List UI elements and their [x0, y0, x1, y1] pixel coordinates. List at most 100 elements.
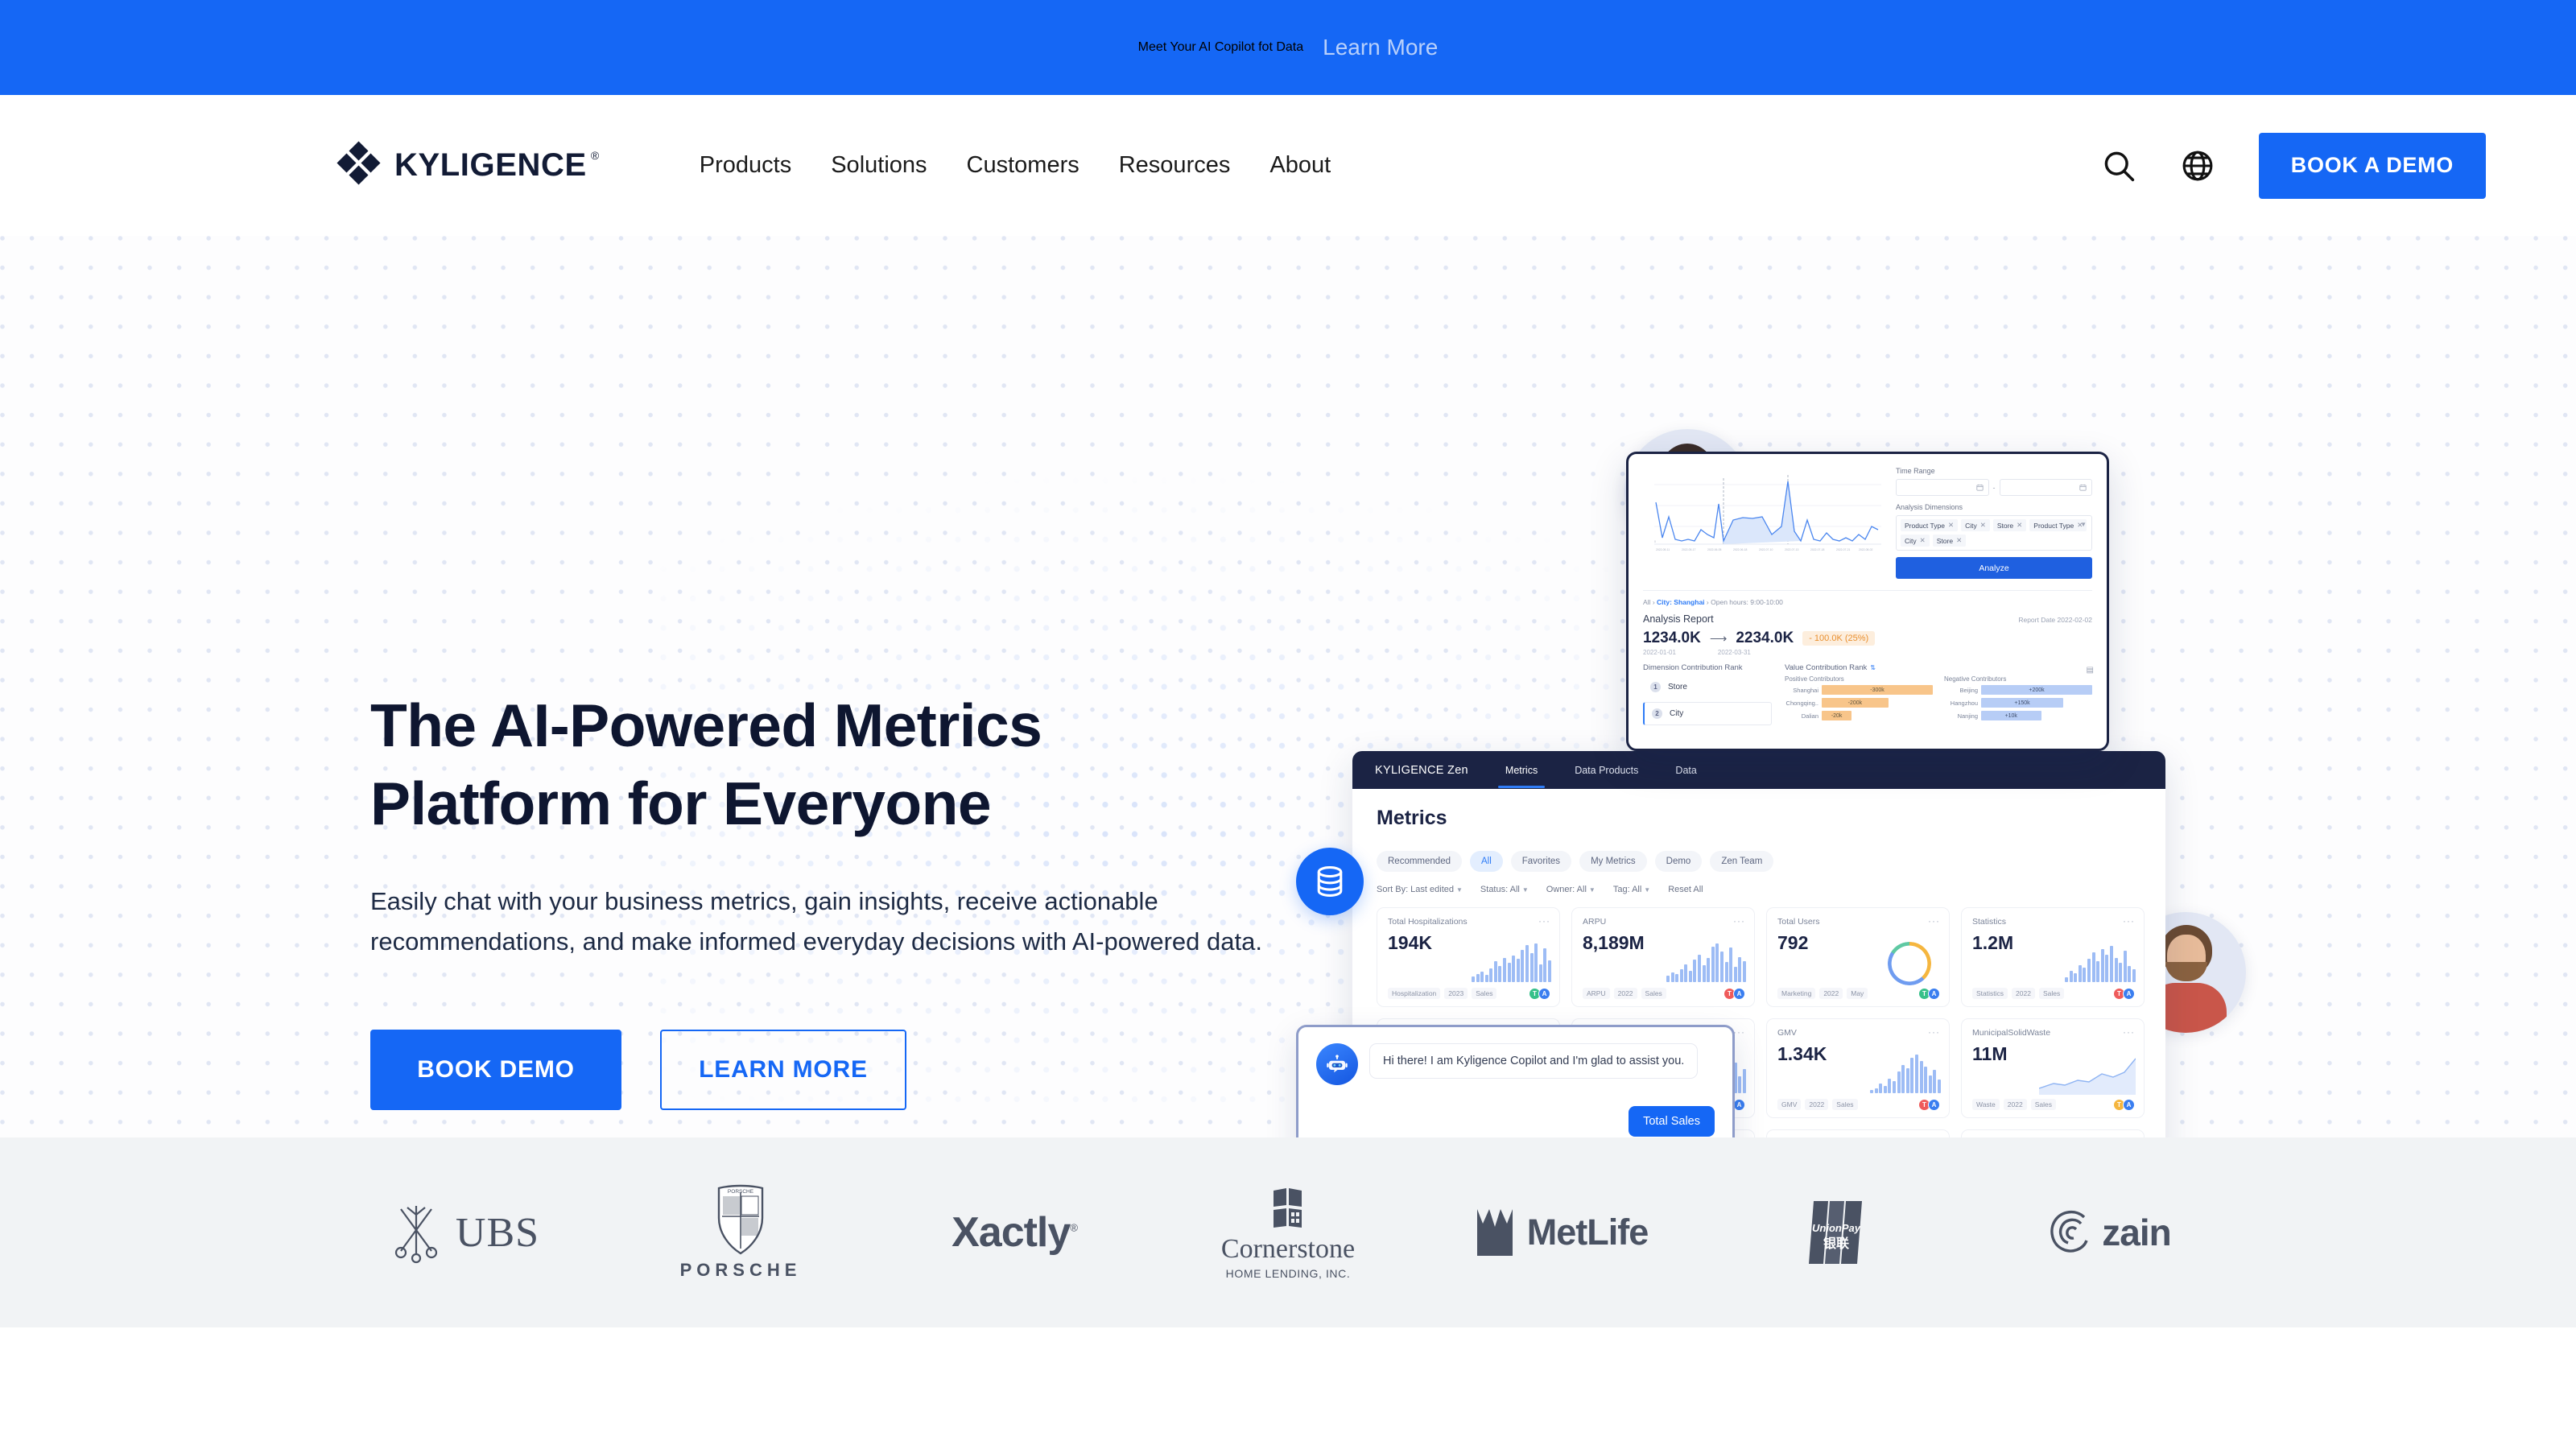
more-options-icon[interactable]: ···: [1733, 915, 1745, 927]
copilot-chat-window: Hi there! I am Kyligence Copilot and I'm…: [1296, 1025, 1735, 1137]
contribution-bar-row: Shanghai -300k: [1785, 685, 1933, 695]
dimension-chip[interactable]: Product Type ✕: [2029, 519, 2087, 531]
bar-label: Hangzhou: [1950, 699, 1978, 707]
robot-icon: [1316, 1043, 1358, 1085]
close-icon[interactable]: ✕: [1948, 521, 1954, 530]
announcement-text: Meet Your AI Copilot fot Data: [1137, 40, 1304, 54]
analysis-report-body: All › City: Shanghai › Open hours: 9:00-…: [1629, 591, 2107, 725]
dimension-rank-item[interactable]: 1 Store: [1643, 676, 1772, 698]
dimension-rank-item-selected[interactable]: 2 City: [1643, 702, 1772, 725]
dimension-chip[interactable]: Store ✕: [1992, 519, 2027, 531]
kpi-value-to: 2234.0K: [1736, 630, 1794, 646]
metric-card-avatars: T A: [2113, 1099, 2135, 1111]
zen-filter-status[interactable]: Status: All ▼: [1480, 885, 1529, 894]
metric-card-tags: ARPU 2022 Sales: [1583, 988, 1666, 999]
zen-filter-owner[interactable]: Owner: All ▼: [1546, 885, 1596, 894]
book-a-demo-button[interactable]: BOOK A DEMO: [2258, 132, 2486, 199]
logo-porsche: PORSCHE PORSCHE: [604, 1184, 877, 1281]
metric-card[interactable]: Total Users ··· 792 Marketing 2022 May T…: [1766, 907, 1950, 1007]
metric-card-sparkline: [1870, 1050, 1941, 1093]
dimension-chip[interactable]: City ✕: [1961, 519, 1990, 531]
breadcrumb-hours[interactable]: Open hours: 9:00-10:00: [1711, 598, 1783, 606]
metric-tag: Sales: [1472, 988, 1497, 999]
contribution-bar-row: Chongqing.. -200k: [1785, 698, 1933, 708]
brand-name: KYLIGENCE ®: [394, 147, 600, 184]
search-icon[interactable]: [2101, 148, 2136, 184]
metric-card-avatars: T A: [1918, 988, 1940, 1000]
breadcrumb-city[interactable]: City: Shanghai: [1657, 598, 1705, 606]
more-options-icon[interactable]: ···: [2123, 1026, 2135, 1038]
bar-value: -300k: [1822, 685, 1933, 695]
metric-card[interactable]: MunicipalSolidWaste ··· 11M Waste 2022 S…: [1961, 1018, 2145, 1118]
more-options-icon[interactable]: ···: [2123, 915, 2135, 927]
more-options-icon[interactable]: ···: [1928, 1026, 1940, 1038]
more-options-icon[interactable]: ···: [1733, 1026, 1745, 1038]
nav-item-about[interactable]: About: [1269, 152, 1331, 179]
metric-card[interactable]: ···: [1961, 1129, 2145, 1137]
announcement-learn-more-link[interactable]: Learn More: [1323, 35, 1438, 60]
sort-icon[interactable]: ⇅: [1870, 664, 1876, 671]
metric-card-area-chart: [2039, 1058, 2136, 1095]
analysis-top-area: 2022-05-11 2022-05-17 2022-06-05 2022-06-1…: [1629, 454, 2107, 585]
metric-tag: Sales: [2038, 988, 2065, 999]
export-icon[interactable]: ▤: [2087, 666, 2094, 675]
rank-name: City: [1670, 709, 1684, 718]
date-start-input[interactable]: [1896, 479, 1989, 496]
dimension-chip[interactable]: City ✕: [1901, 535, 1930, 547]
more-options-icon[interactable]: ···: [1928, 915, 1940, 927]
nav-item-solutions[interactable]: Solutions: [831, 152, 927, 179]
metric-card-tags: Marketing 2022 May: [1777, 988, 1868, 999]
logo-cornerstone: Cornerstone HOME LENDING, INC.: [1151, 1186, 1425, 1280]
arrow-right-icon: ⟶: [1709, 632, 1728, 646]
analyze-button[interactable]: Analyze: [1896, 557, 2092, 579]
zen-pill-all[interactable]: All: [1469, 851, 1503, 872]
bar-label: Shanghai: [1793, 686, 1818, 694]
logo-xactly-text: Xactly: [952, 1209, 1071, 1256]
close-icon[interactable]: ✕: [1956, 536, 1962, 545]
metric-card[interactable]: Total Hospitalizations ··· 194K Hospital…: [1377, 907, 1560, 1007]
analysis-dimensions-label: Analysis Dimensions: [1896, 503, 1963, 511]
zen-pill-my-metrics[interactable]: My Metrics: [1579, 851, 1647, 872]
main-navigation: Products Solutions Customers Resources A…: [700, 152, 1331, 179]
metric-card[interactable]: ARPU ··· 8,189M ARPU 2022 Sales T A: [1571, 907, 1755, 1007]
date-end-input[interactable]: [1999, 479, 2092, 496]
nav-item-customers[interactable]: Customers: [967, 152, 1080, 179]
zen-tab-data-products[interactable]: Data Products: [1575, 765, 1638, 776]
brand-logo[interactable]: KYLIGENCE ®: [336, 140, 600, 188]
zen-tab-data[interactable]: Data: [1675, 765, 1696, 776]
chevron-down-icon[interactable]: ▼: [2080, 521, 2087, 528]
metric-card[interactable]: GMV ··· 1.34K GMV 2022 Sales T A: [1766, 1018, 1950, 1118]
close-icon[interactable]: ✕: [1920, 536, 1926, 545]
calendar-icon: [2079, 484, 2087, 491]
zen-filter-tag[interactable]: Tag: All ▼: [1613, 885, 1650, 894]
close-icon[interactable]: ✕: [1980, 521, 1986, 530]
metric-card[interactable]: Statistics ··· 1.2M Statistics 2022 Sale…: [1961, 907, 2145, 1007]
analysis-dimensions-select[interactable]: Product Type ✕ City ✕ Store ✕ Product Type ✕…: [1896, 515, 2092, 551]
dimension-chip[interactable]: Product Type ✕: [1901, 519, 1959, 531]
kyligence-diamond-icon: [336, 140, 382, 188]
zen-filter-reset[interactable]: Reset All: [1668, 885, 1703, 894]
close-icon[interactable]: ✕: [2017, 521, 2022, 530]
zen-filter-sort-by[interactable]: Sort By: Last edited ▼: [1377, 885, 1463, 894]
analysis-kpi-row: 1234.0K ⟶ 2234.0K - 100.0K (25%): [1643, 630, 2092, 647]
cornerstone-house-icon: [1274, 1187, 1302, 1228]
zen-tab-metrics[interactable]: Metrics: [1497, 765, 1546, 788]
metric-tag: Hospitalization: [1388, 988, 1441, 999]
nav-item-products[interactable]: Products: [700, 152, 791, 179]
bar-track: -300k: [1822, 685, 1933, 695]
nav-item-resources[interactable]: Resources: [1119, 152, 1231, 179]
book-demo-button[interactable]: BOOK DEMO: [370, 1029, 621, 1110]
breadcrumb-all[interactable]: All: [1643, 598, 1650, 606]
metric-card-title: Total Users: [1777, 917, 1820, 927]
more-options-icon[interactable]: ···: [1538, 915, 1550, 927]
zen-pill-favorites[interactable]: Favorites: [1510, 851, 1572, 872]
dimension-chip[interactable]: Store ✕: [1932, 535, 1967, 547]
metric-card[interactable]: RegionSales ···: [1766, 1129, 1950, 1137]
svg-text:2022-06-18: 2022-06-18: [1733, 548, 1747, 551]
globe-icon[interactable]: [2180, 148, 2215, 184]
zen-pill-demo[interactable]: Demo: [1654, 851, 1703, 872]
zen-pill-zen-team[interactable]: Zen Team: [1710, 851, 1774, 872]
dimension-chip-label: Store: [1996, 521, 2014, 530]
zen-pill-recommended[interactable]: Recommended: [1377, 851, 1462, 872]
learn-more-button[interactable]: LEARN MORE: [660, 1029, 906, 1110]
